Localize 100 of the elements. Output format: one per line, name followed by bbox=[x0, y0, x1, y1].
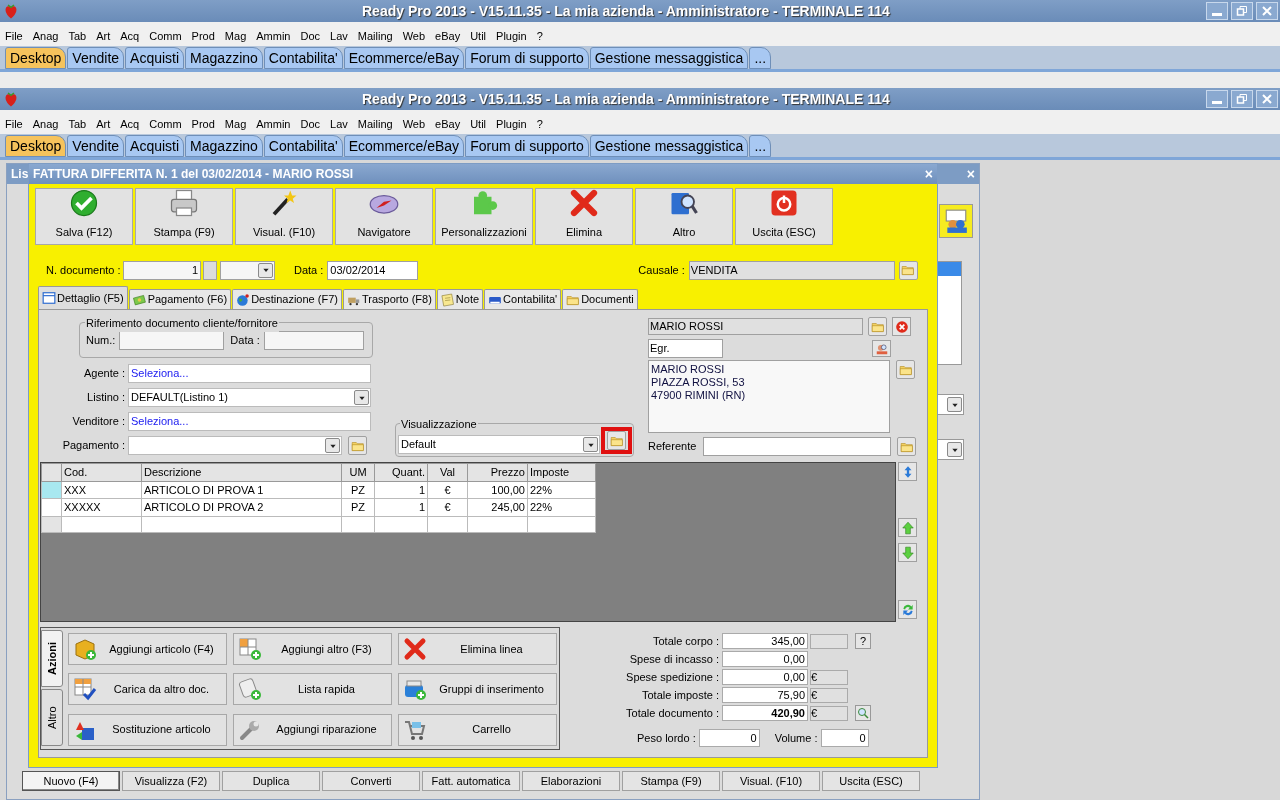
browse-button[interactable] bbox=[607, 431, 626, 450]
menu-item[interactable]: File bbox=[5, 27, 23, 44]
app-tab[interactable]: Magazzino bbox=[185, 47, 263, 69]
menu-item[interactable]: Plugin bbox=[496, 115, 527, 132]
remove-button[interactable] bbox=[892, 317, 911, 336]
menu-item[interactable]: Mailing bbox=[357, 27, 393, 44]
action-button[interactable]: Stampa (F9) bbox=[622, 771, 720, 791]
form-tab[interactable]: Dettaglio (F5) bbox=[38, 286, 128, 309]
app-tab[interactable]: Acquisti bbox=[125, 47, 185, 69]
menu-item[interactable]: Util bbox=[470, 27, 487, 44]
minimize-button[interactable] bbox=[1206, 90, 1228, 108]
app-tab[interactable]: Magazzino bbox=[185, 135, 263, 157]
menu-item[interactable]: Doc bbox=[300, 115, 321, 132]
app-tab[interactable]: Ecommerce/eBay bbox=[343, 135, 465, 157]
toolbar-button[interactable]: Altro bbox=[635, 188, 733, 245]
date-field[interactable]: 03/02/2014 bbox=[327, 260, 419, 280]
app-tab[interactable]: Ecommerce/eBay bbox=[343, 47, 465, 69]
menu-item[interactable]: Prod bbox=[191, 27, 215, 44]
refresh-button[interactable] bbox=[898, 600, 917, 619]
toolbar-button[interactable]: Visual. (F10) bbox=[235, 188, 333, 245]
browse-button[interactable] bbox=[348, 436, 367, 455]
menu-item[interactable]: eBay bbox=[435, 27, 461, 44]
dropdown-button[interactable] bbox=[583, 437, 598, 452]
app-tab[interactable]: Forum di supporto bbox=[465, 47, 589, 69]
menu-item[interactable]: Mag bbox=[224, 27, 247, 44]
menu-item[interactable]: ? bbox=[536, 115, 543, 132]
menu-item[interactable]: Ammin bbox=[256, 27, 291, 44]
action-button[interactable]: Aggiungi riparazione bbox=[233, 713, 392, 746]
dropdown-button[interactable] bbox=[947, 442, 962, 457]
app-tab[interactable]: ... bbox=[749, 135, 772, 157]
toolbar-button[interactable]: Salva (F12) bbox=[35, 188, 133, 245]
menu-item[interactable]: Comm bbox=[149, 115, 182, 132]
menu-item[interactable]: Tab bbox=[68, 27, 87, 44]
menu-item[interactable]: Ammin bbox=[256, 115, 291, 132]
dropdown-button[interactable] bbox=[354, 390, 369, 405]
toolbar-button[interactable]: Stampa (F9) bbox=[135, 188, 233, 245]
action-button[interactable]: Lista rapida bbox=[233, 673, 392, 706]
action-button[interactable]: Carica da altro doc. bbox=[68, 673, 227, 706]
form-tab[interactable]: Contabilita' bbox=[484, 289, 562, 309]
action-button[interactable]: Uscita (ESC) bbox=[822, 771, 920, 791]
app-tab[interactable]: Contabilita' bbox=[263, 47, 343, 69]
action-button[interactable]: Duplica bbox=[222, 771, 320, 791]
form-tab[interactable]: Note bbox=[436, 289, 484, 309]
menu-item[interactable]: Art bbox=[96, 115, 111, 132]
action-button[interactable]: Gruppi di inserimento bbox=[398, 673, 557, 706]
sort-button[interactable] bbox=[898, 462, 917, 481]
menu-item[interactable]: Web bbox=[402, 27, 426, 44]
search-button[interactable] bbox=[872, 340, 891, 357]
reference-date-field[interactable] bbox=[263, 330, 364, 350]
salutation-field[interactable]: Egr. bbox=[648, 339, 723, 358]
dropdown-button[interactable] bbox=[325, 438, 340, 453]
app-tab[interactable]: Vendite bbox=[67, 47, 125, 69]
help-button[interactable]: ? bbox=[855, 633, 871, 649]
action-button[interactable]: Nuovo (F4) bbox=[22, 771, 120, 791]
app-tab[interactable]: Gestione messaggistica bbox=[589, 135, 749, 157]
menu-item[interactable]: Web bbox=[402, 115, 426, 132]
action-button[interactable]: Converti bbox=[322, 771, 420, 791]
dropdown-field[interactable] bbox=[128, 436, 342, 455]
menu-item[interactable]: Lav bbox=[330, 27, 348, 44]
customer-name-field[interactable]: MARIO ROSSI bbox=[648, 318, 863, 335]
move-up-button[interactable] bbox=[898, 518, 917, 537]
side-tab[interactable]: Azioni bbox=[41, 630, 63, 687]
action-button[interactable]: Elimina linea bbox=[398, 633, 557, 665]
close-button[interactable] bbox=[1256, 90, 1278, 108]
menu-item[interactable]: Acq bbox=[120, 115, 140, 132]
minimize-button[interactable] bbox=[1206, 2, 1228, 20]
action-button[interactable]: Aggiungi altro (F3) bbox=[233, 633, 392, 665]
toolbar-button[interactable] bbox=[939, 204, 973, 238]
form-tab[interactable]: Trasporto (F8) bbox=[342, 289, 436, 309]
address-box[interactable]: MARIO ROSSI PIAZZA ROSSI, 53 47900 RIMINI (RN) bbox=[648, 360, 890, 433]
action-button[interactable]: Visual. (F10) bbox=[722, 771, 820, 791]
selector-field[interactable]: Seleziona... bbox=[128, 412, 371, 431]
menu-item[interactable]: Comm bbox=[149, 27, 182, 44]
measure-field[interactable]: 0 bbox=[698, 729, 760, 747]
app-tab[interactable]: Gestione messaggistica bbox=[589, 47, 749, 69]
zoom-button[interactable] bbox=[855, 705, 871, 721]
action-button[interactable]: Visualizza (F2) bbox=[122, 771, 220, 791]
view-dropdown[interactable]: Default bbox=[398, 435, 600, 454]
side-tab[interactable]: Altro bbox=[41, 689, 63, 746]
toolbar-button[interactable]: Navigatore bbox=[335, 188, 433, 245]
referente-field[interactable] bbox=[703, 437, 891, 456]
action-button[interactable]: Carrello bbox=[398, 713, 557, 746]
suffix-button[interactable] bbox=[203, 260, 217, 280]
app-tab[interactable]: ... bbox=[749, 47, 772, 69]
app-tab[interactable]: Acquisti bbox=[125, 135, 185, 157]
app-tab[interactable]: Desktop bbox=[5, 47, 67, 69]
browse-button[interactable] bbox=[897, 437, 916, 456]
menu-item[interactable]: Anag bbox=[32, 115, 59, 132]
toolbar-button[interactable]: Elimina bbox=[535, 188, 633, 245]
form-tab[interactable]: Pagamento (F6) bbox=[128, 289, 232, 309]
app-tab[interactable]: Forum di supporto bbox=[465, 135, 589, 157]
action-button[interactable]: Aggiungi articolo (F4) bbox=[68, 633, 227, 665]
measure-field[interactable]: 0 bbox=[820, 729, 869, 747]
app-tab[interactable]: Vendite bbox=[67, 135, 125, 157]
toolbar-button[interactable]: Uscita (ESC) bbox=[735, 188, 833, 245]
browse-button[interactable] bbox=[898, 260, 918, 280]
menu-item[interactable]: File bbox=[5, 115, 23, 132]
move-down-button[interactable] bbox=[898, 543, 917, 562]
menu-item[interactable]: Prod bbox=[191, 115, 215, 132]
menu-item[interactable]: eBay bbox=[435, 115, 461, 132]
